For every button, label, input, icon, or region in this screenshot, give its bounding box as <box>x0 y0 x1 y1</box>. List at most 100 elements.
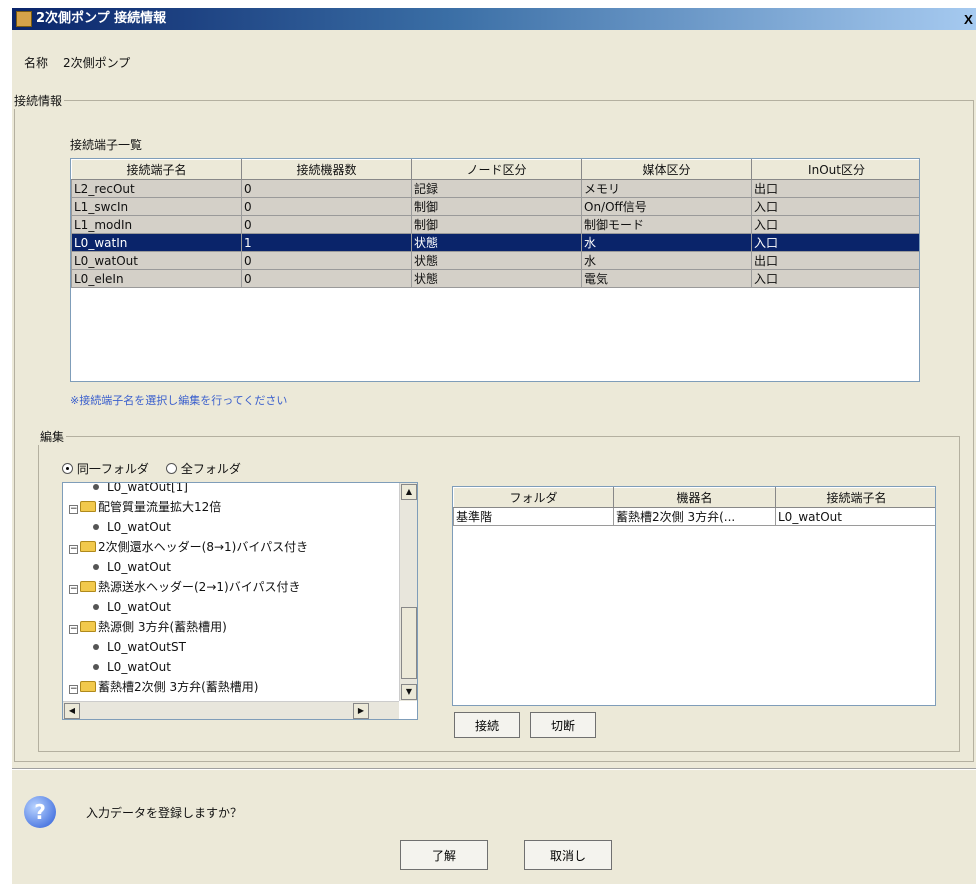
tree-folder-node[interactable]: − 熱源送水ヘッダー(2→1)バイパス付き <box>69 577 300 597</box>
terminal-row[interactable]: L1_swcIn 0 制御 On/Off信号 入口 <box>71 197 919 216</box>
tree-horizontal-scrollbar[interactable]: ◀ ▶ <box>63 701 399 719</box>
tree-folder-node[interactable]: − 蓄熱槽2次側 3方弁(蓄熱槽用) <box>69 677 258 697</box>
tree-node-label: L0_watOut <box>107 560 171 574</box>
scroll-left-arrow-icon[interactable]: ◀ <box>64 703 80 719</box>
scroll-right-arrow-icon[interactable]: ▶ <box>353 703 369 719</box>
table-cell: 電気 <box>581 269 752 288</box>
radio-same-folder[interactable]: 同一フォルダ <box>62 460 149 477</box>
tree-vertical-scrollbar[interactable]: ▲ ▼ <box>399 483 417 701</box>
connect-button[interactable]: 接続 <box>454 712 520 738</box>
table-cell: 入口 <box>751 233 919 252</box>
terminal-node-icon <box>93 524 99 530</box>
table-cell: 入口 <box>751 197 919 216</box>
collapse-icon[interactable]: − <box>69 545 78 554</box>
confirm-message: 入力データを登録しますか？ <box>86 806 243 820</box>
table-cell: 水 <box>581 233 752 252</box>
dialog-window: 2次側ポンプ 接続情報 X 名称 2次側ポンプ 接続情報 接続端子一覧 接続端子… <box>12 8 976 884</box>
scroll-up-arrow-icon[interactable]: ▲ <box>401 484 417 500</box>
edit-legend: 編集 <box>38 428 67 445</box>
column-header[interactable]: 接続機器数 <box>241 159 412 180</box>
radio-all-indicator[interactable] <box>166 463 177 474</box>
table-cell: L1_swcIn <box>71 197 242 216</box>
table-cell: 記録 <box>411 179 582 198</box>
radio-all-label: 全フォルダ <box>180 462 241 476</box>
table-cell: 基準階 <box>453 507 614 526</box>
terminal-node-icon <box>93 664 99 670</box>
table-cell: 状態 <box>411 251 582 270</box>
table-cell: 水 <box>581 251 752 270</box>
terminal-row[interactable]: L0_eleIn 0 状態 電気 入口 <box>71 269 919 288</box>
tree-node-label: 蓄熱槽2次側 3方弁(蓄熱槽用) <box>98 680 259 694</box>
terminal-node-icon <box>93 604 99 610</box>
terminal-row[interactable]: L0_watOut 0 状態水出口 <box>71 251 919 270</box>
column-header[interactable]: InOut区分 <box>751 159 919 180</box>
terminal-list-caption: 接続端子一覧 <box>70 138 143 152</box>
tree-leaf-node[interactable]: L0_watOut <box>93 517 171 537</box>
terminal-row[interactable]: L2_recOut 0 記録 メモリ 出口 <box>71 179 919 198</box>
tree-folder-node[interactable]: − 配管質量流量拡大12倍 <box>69 497 221 517</box>
radio-same-indicator[interactable] <box>62 463 73 474</box>
question-icon: ? <box>24 796 56 828</box>
column-header[interactable]: ノード区分 <box>411 159 582 180</box>
tree-leaf-node[interactable]: L0_watOut[1] <box>93 483 188 497</box>
name-label: 名称 <box>24 56 49 70</box>
radio-all-folders[interactable]: 全フォルダ <box>166 460 241 477</box>
connection-row[interactable]: 基準階 蓄熱槽2次側 3方弁(... L0_watOut <box>453 507 935 526</box>
terminal-row[interactable]: L0_watIn 1 状態水入口 <box>71 233 919 252</box>
tree-node-label: L0_watOutST <box>107 640 186 654</box>
folder-icon <box>80 501 96 512</box>
window-title: 2次側ポンプ 接続情報 <box>36 11 167 26</box>
collapse-icon[interactable]: − <box>69 685 78 694</box>
table-cell: L0_watIn <box>71 233 242 252</box>
table-cell: 制御モード <box>581 215 752 234</box>
close-button[interactable]: X <box>958 11 976 27</box>
terminal-row[interactable]: L1_modIn 0 制御 制御モード 入口 <box>71 215 919 234</box>
title-bar[interactable]: 2次側ポンプ 接続情報 X <box>12 8 976 30</box>
tree-node-label: L0_watOut <box>107 520 171 534</box>
tree-node-label: 熱源側 3方弁(蓄熱槽用) <box>98 620 227 634</box>
folder-tree[interactable]: L0_watOut[1] − 配管質量流量拡大12倍 L0_watOut − 2次側還水ヘ… <box>62 482 418 720</box>
table-cell: メモリ <box>581 179 752 198</box>
connections-table[interactable]: フォルダ 機器名 接続端子名 基準階 蓄熱槽2次側 3方弁(... L0_watOut <box>452 486 936 706</box>
folder-icon <box>80 581 96 592</box>
tree-leaf-node[interactable]: L0_watOut <box>93 597 171 617</box>
table-cell: 0 <box>241 269 412 288</box>
tree-leaf-node[interactable]: L0_watOut <box>93 557 171 577</box>
disconnect-button[interactable]: 切断 <box>530 712 596 738</box>
table-cell: 出口 <box>751 251 919 270</box>
table-cell: L0_watOut <box>775 507 935 526</box>
scroll-thumb[interactable] <box>401 607 417 679</box>
name-value: 2次側ポンプ <box>63 56 131 70</box>
collapse-icon[interactable]: − <box>69 625 78 634</box>
column-header[interactable]: 接続端子名 <box>775 487 935 508</box>
table-cell: L0_watOut <box>71 251 242 270</box>
cancel-button[interactable]: 取消し <box>524 840 612 870</box>
tree-leaf-node[interactable]: L0_watOut <box>93 657 171 677</box>
table-cell: 1 <box>241 233 412 252</box>
folder-icon <box>80 681 96 692</box>
radio-same-label: 同一フォルダ <box>76 462 149 476</box>
column-header[interactable]: フォルダ <box>453 487 614 508</box>
table-cell: 0 <box>241 251 412 270</box>
collapse-icon[interactable]: − <box>69 505 78 514</box>
table-cell: On/Off信号 <box>581 197 752 216</box>
selection-hint: ※接続端子名を選択し編集を行ってください <box>70 394 288 407</box>
table-cell: 状態 <box>411 269 582 288</box>
tree-node-label: 熱源送水ヘッダー(2→1)バイパス付き <box>98 580 301 594</box>
tree-node-label: L0_watOut <box>107 600 171 614</box>
scroll-down-arrow-icon[interactable]: ▼ <box>401 684 417 700</box>
column-header[interactable]: 接続端子名 <box>71 159 242 180</box>
table-cell: 制御 <box>411 215 582 234</box>
table-cell: 蓄熱槽2次側 3方弁(... <box>613 507 776 526</box>
tree-leaf-node[interactable]: L0_watOutST <box>93 637 186 657</box>
column-header[interactable]: 機器名 <box>613 487 776 508</box>
tree-node-label: 配管質量流量拡大12倍 <box>98 500 222 514</box>
tree-folder-node[interactable]: − 2次側還水ヘッダー(8→1)バイパス付き <box>69 537 308 557</box>
table-cell: L0_eleIn <box>71 269 242 288</box>
terminal-table[interactable]: 接続端子名 接続機器数 ノード区分 媒体区分 InOut区分 L2_recOut 0 記録メ… <box>70 158 920 382</box>
column-header[interactable]: 媒体区分 <box>581 159 752 180</box>
ok-button[interactable]: 了解 <box>400 840 488 870</box>
tree-folder-node[interactable]: − 熱源側 3方弁(蓄熱槽用) <box>69 617 227 637</box>
collapse-icon[interactable]: − <box>69 585 78 594</box>
app-icon <box>16 11 32 27</box>
